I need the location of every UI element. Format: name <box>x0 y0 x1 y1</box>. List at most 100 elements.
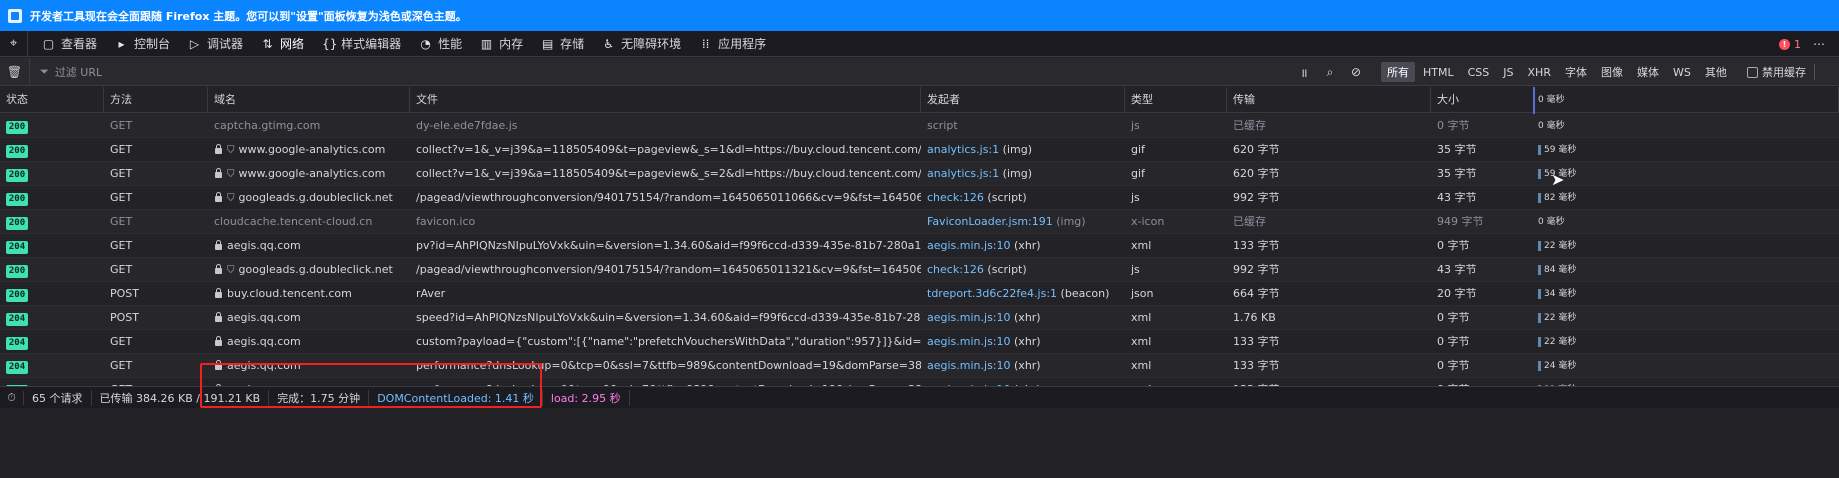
disable-cache-toggle[interactable]: 禁用缓存 <box>1747 58 1823 86</box>
clear-trash-icon[interactable]: 🗑 <box>0 57 30 86</box>
size-cell: 0 字节 <box>1437 359 1470 372</box>
search-icon[interactable]: ⌕ <box>1317 65 1343 80</box>
initiator-link[interactable]: check:126 <box>927 263 984 276</box>
file-cell: speed?id=AhPIQNzsNIpuLYoVxk&uin=&version… <box>416 311 921 324</box>
table-row[interactable]: 200 GET ⛉ googleads.g.doubleclick.net/pagea… <box>0 258 1839 282</box>
tab-performance[interactable]: ◔ 性能 <box>411 31 472 57</box>
transfer-cell: 620 字节 <box>1233 143 1280 156</box>
timeline-bar <box>1538 169 1541 179</box>
element-picker-icon[interactable]: ⌖ <box>0 30 28 57</box>
column-header-initiator[interactable]: 发起者 <box>921 87 1125 113</box>
type-filter-button[interactable]: CSS <box>1462 64 1496 81</box>
table-row[interactable]: 204 POST aegis.qq.com speed?id=AhPIQNzsNIpu… <box>0 306 1839 330</box>
tab-debugger[interactable]: ▷ 调试器 <box>180 31 253 57</box>
type-filter-button[interactable]: HTML <box>1417 64 1460 81</box>
initiator-cell: aegis.min.js:10 (xhr) <box>921 306 1125 330</box>
column-header-timeline[interactable]: 0 毫秒 <box>1534 87 1839 113</box>
tab-accessibility[interactable]: ♿ 无障碍环境 <box>594 31 691 57</box>
table-row[interactable]: 200 GET cloudcache.tencent-cloud.cn favicon… <box>0 210 1839 234</box>
timeline-cell: 59 毫秒 <box>1534 138 1839 162</box>
initiator-link[interactable]: tdreport.3d6c22fe4.js:1 <box>927 287 1057 300</box>
tab-network[interactable]: ⇅ 网络 <box>253 31 314 57</box>
tab-memory[interactable]: ▥ 内存 <box>472 31 533 57</box>
file-cell: /pagead/viewthroughconversion/940175154/… <box>416 263 921 276</box>
type-filter-button[interactable]: 图像 <box>1595 62 1629 82</box>
timeline-bar <box>1538 193 1541 203</box>
column-header-method[interactable]: 方法 <box>104 87 208 113</box>
column-header-file[interactable]: 文件 <box>410 87 921 113</box>
initiator-link[interactable]: aegis.min.js:10 <box>927 311 1011 324</box>
tab-console[interactable]: ▸ 控制台 <box>107 31 180 57</box>
block-icon[interactable]: ⊘ <box>1343 65 1369 79</box>
tab-storage[interactable]: ▤ 存储 <box>533 31 594 57</box>
lock-icon <box>214 264 223 274</box>
column-header-type[interactable]: 类型 <box>1125 87 1227 113</box>
method-cell: POST <box>110 287 139 300</box>
more-options-icon[interactable]: ⋯ <box>1813 37 1825 51</box>
column-header-transfer[interactable]: 传输 <box>1227 87 1431 113</box>
type-filter-button[interactable]: 所有 <box>1381 62 1415 82</box>
table-row[interactable]: 204 GET aegis.qq.com performance?dnsLookup=… <box>0 354 1839 378</box>
initiator-link[interactable]: aegis.min.js:10 <box>927 335 1011 348</box>
type-cell: gif <box>1131 143 1145 156</box>
status-badge: 200 <box>6 145 28 158</box>
table-row[interactable]: 200 GET captcha.gtimg.com dy-ele.ede7fdae.j… <box>0 114 1839 138</box>
domain-text: aegis.qq.com <box>227 311 301 324</box>
table-row[interactable]: 200 GET ⛉ www.google-analytics.com collect?v… <box>0 138 1839 162</box>
initiator-link[interactable]: FaviconLoader.jsm:191 <box>927 215 1053 228</box>
timing-label: 22 毫秒 <box>1544 337 1577 347</box>
method-cell: GET <box>110 191 133 204</box>
error-count[interactable]: ! 1 <box>1779 38 1801 51</box>
lock-icon <box>214 240 223 250</box>
status-bar: ⏱ 65 个请求 已传输 384.26 KB / 191.21 KB 完成：1.… <box>0 386 1839 408</box>
initiator-cell: FaviconLoader.jsm:191 (img) <box>921 210 1125 234</box>
tab-style-editor[interactable]: {} 样式编辑器 <box>314 31 411 57</box>
type-filter-button[interactable]: 媒体 <box>1631 62 1665 82</box>
column-header-status[interactable]: 状态 <box>0 87 104 113</box>
column-header-domain[interactable]: 域名 <box>208 87 410 113</box>
timeline-cell: 24 毫秒 <box>1534 354 1839 378</box>
request-count: 65 个请求 <box>24 389 92 406</box>
status-cell: 204 <box>0 306 104 330</box>
tracker-icon: ⛉ <box>227 193 235 204</box>
type-filter-button[interactable]: XHR <box>1522 64 1557 81</box>
status-cell: 200 <box>0 258 104 282</box>
domain-text: cloudcache.tencent-cloud.cn <box>214 215 373 228</box>
network-icon: ⇅ <box>262 36 273 51</box>
status-badge: 204 <box>6 241 28 254</box>
table-row[interactable]: 200 GET ⛉ googleads.g.doubleclick.net/pagea… <box>0 186 1839 210</box>
initiator-link[interactable]: aegis.min.js:10 <box>927 239 1011 252</box>
size-cell: 949 字节 <box>1437 215 1484 228</box>
initiator-link[interactable]: analytics.js:1 <box>927 143 999 156</box>
type-filter-button[interactable]: WS <box>1667 64 1697 81</box>
tab-label: 调试器 <box>207 37 244 51</box>
gift-icon <box>8 8 22 23</box>
table-row[interactable]: 204 GET aegis.qq.com custom?payload={"custo… <box>0 330 1839 354</box>
tab-inspector[interactable]: ▢ 查看器 <box>34 31 107 57</box>
type-filter-button[interactable]: JS <box>1497 64 1519 81</box>
status-badge: 200 <box>6 169 28 182</box>
initiator-link[interactable]: check:126 <box>927 191 984 204</box>
filter-url-input[interactable]: ⏷ 过滤 URL <box>30 64 1280 80</box>
table-row[interactable]: 204 GET aegis.qq.com pv?id=AhPIQNzsNIpuLYoV… <box>0 234 1839 258</box>
status-cell: 200 <box>0 210 104 234</box>
timeline-cell: 34 毫秒 <box>1534 282 1839 306</box>
column-header-size[interactable]: 大小 <box>1431 87 1534 113</box>
method-cell: GET <box>110 167 133 180</box>
error-count-value: 1 <box>1794 37 1801 51</box>
initiator-link[interactable]: aegis.min.js:10 <box>927 359 1011 372</box>
initiator-cause: (img) <box>999 143 1032 156</box>
clock-icon[interactable]: ⏱ <box>0 390 24 405</box>
table-row[interactable]: 200 POST buy.cloud.tencent.com rAver tdrepor… <box>0 282 1839 306</box>
type-cell: js <box>1131 191 1140 204</box>
tab-application[interactable]: ⁞⁞ 应用程序 <box>691 31 776 57</box>
domain-cell: ⛉ www.google-analytics.com <box>208 162 410 186</box>
domain-text: googleads.g.doubleclick.net <box>238 263 393 276</box>
type-cell: xml <box>1131 239 1152 252</box>
error-icon: ! <box>1779 38 1790 50</box>
type-filter-button[interactable]: 字体 <box>1559 62 1593 82</box>
disable-cache-checkbox[interactable] <box>1747 66 1758 78</box>
pause-icon[interactable]: ॥ <box>1291 64 1317 81</box>
type-filter-button[interactable]: 其他 <box>1699 62 1733 82</box>
initiator-link[interactable]: analytics.js:1 <box>927 167 999 180</box>
